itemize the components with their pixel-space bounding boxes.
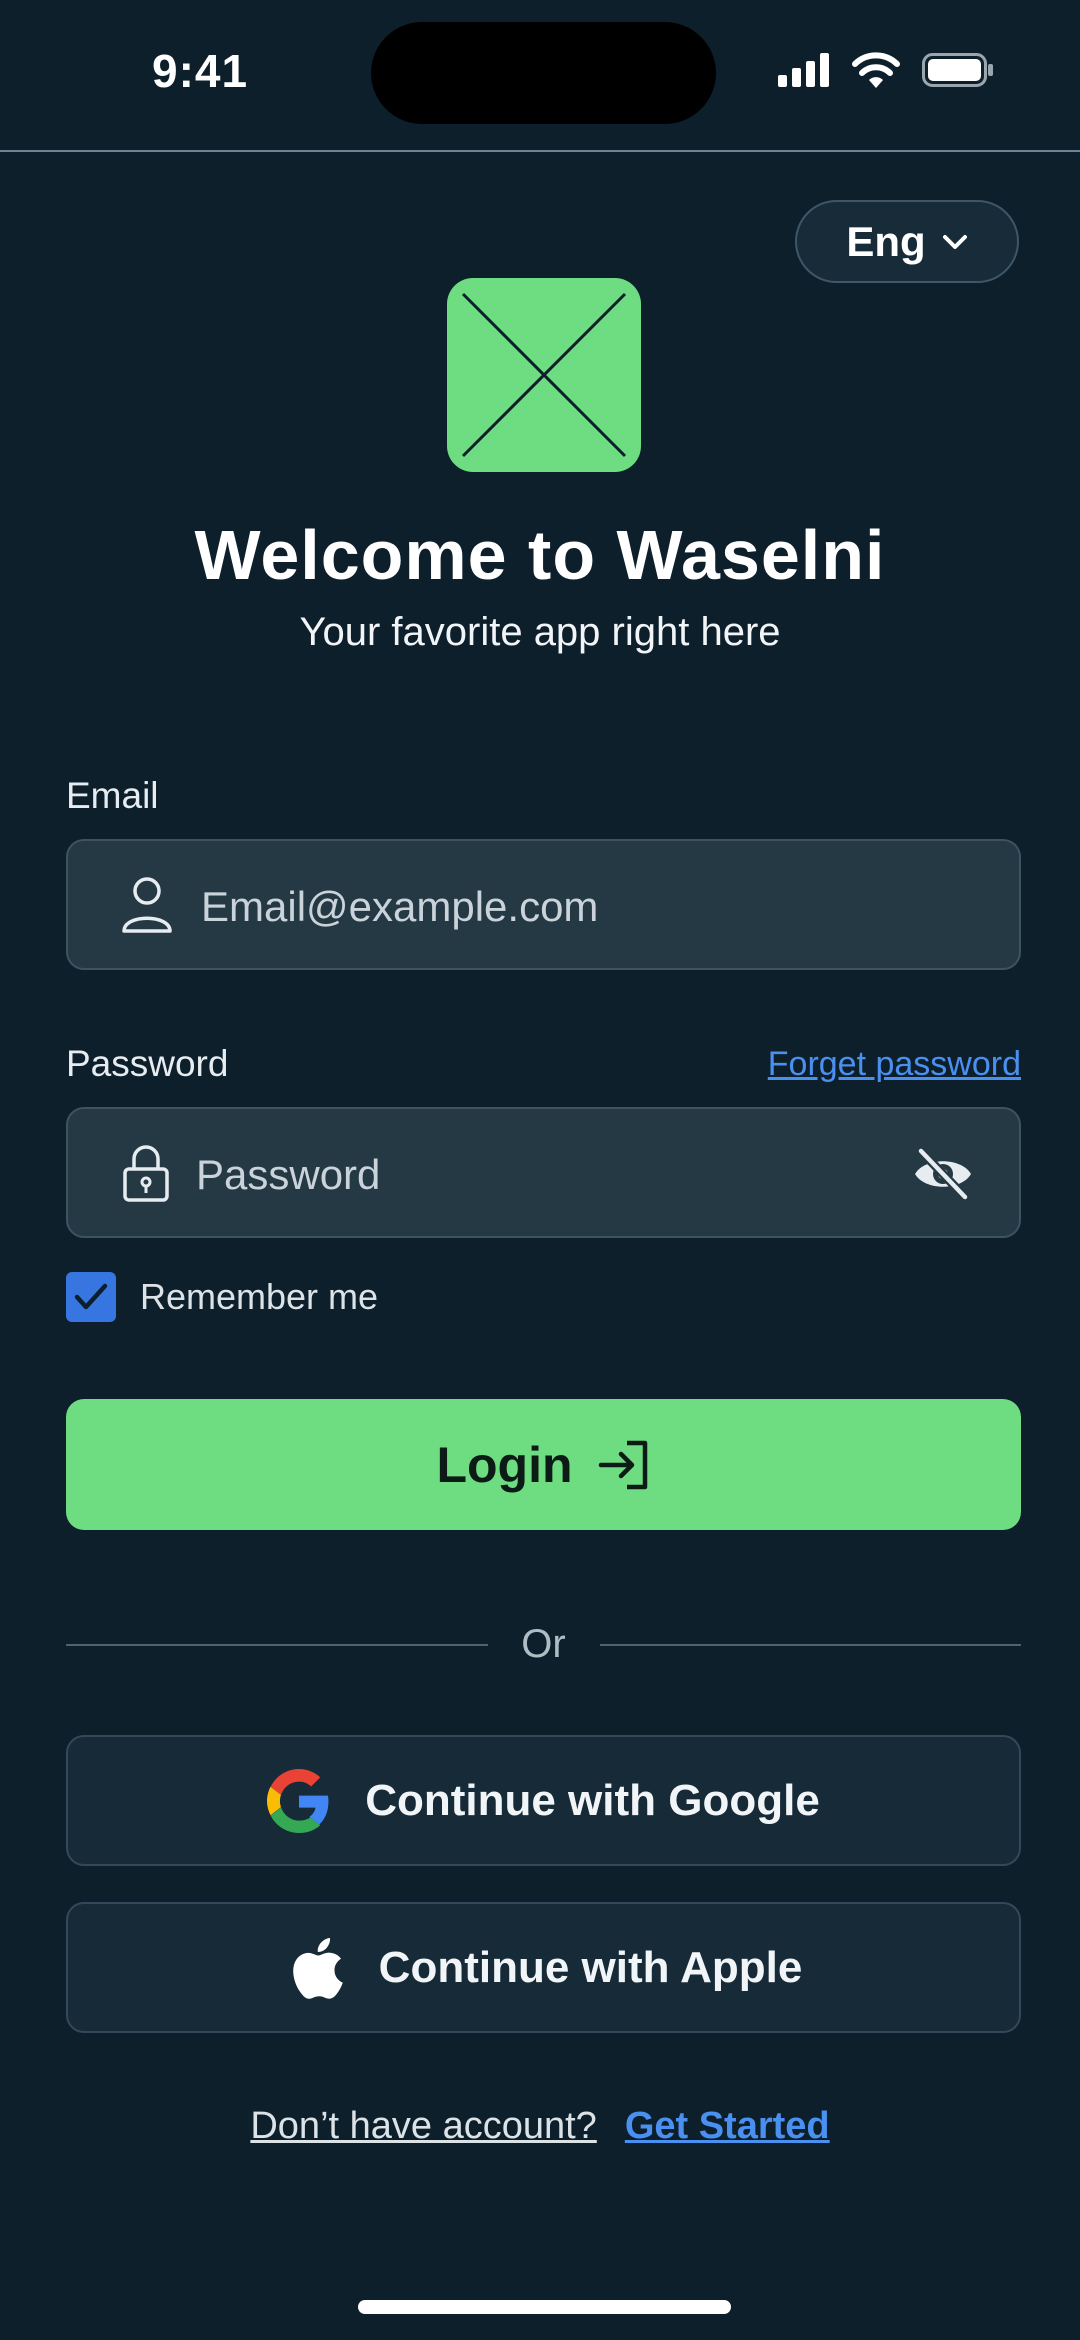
apple-label: Continue with Apple [378, 1942, 803, 1992]
status-bar: 9:41 [0, 0, 1080, 150]
remember-me-label: Remember me [140, 1276, 379, 1317]
remember-me-checkbox[interactable] [66, 1272, 116, 1322]
email-label: Email [66, 775, 159, 816]
divider-line-right [600, 1644, 1021, 1646]
login-arrow-icon [598, 1440, 647, 1489]
status-divider [0, 150, 1080, 152]
check-icon [74, 1283, 108, 1310]
status-time: 9:41 [152, 45, 249, 97]
continue-google-button[interactable]: Continue with Google [66, 1735, 1021, 1866]
battery-icon [922, 53, 993, 87]
dynamic-island [371, 22, 716, 124]
email-field[interactable]: Email@example.com [66, 839, 1021, 970]
google-icon [267, 1768, 329, 1833]
get-started-link[interactable]: Get Started [625, 2105, 830, 2148]
login-button[interactable]: Login [66, 1399, 1021, 1530]
or-divider: Or [66, 1614, 1021, 1674]
page-title: Welcome to Waselni [194, 516, 886, 594]
lock-icon [123, 1145, 169, 1202]
language-select[interactable]: Eng [795, 200, 1019, 283]
home-indicator[interactable] [358, 2300, 731, 2314]
remember-me-row[interactable]: Remember me [66, 1272, 378, 1322]
email-input[interactable]: Email@example.com [201, 841, 598, 972]
signup-row: Don’t have account? Get Started [0, 2105, 1080, 2148]
eye-off-icon[interactable] [911, 1147, 975, 1201]
login-label: Login [436, 1436, 573, 1493]
continue-apple-button[interactable]: Continue with Apple [66, 1902, 1021, 2033]
app-logo [447, 278, 641, 472]
page-subtitle: Your favorite app right here [299, 610, 781, 654]
forgot-password-link[interactable]: Forget password [768, 1045, 1021, 1084]
password-input[interactable]: Password [196, 1109, 380, 1240]
login-screen: 9:41 Eng Welcome to Waselni Your favorit… [0, 0, 1080, 2340]
wifi-icon [852, 52, 900, 88]
password-label: Password [66, 1043, 229, 1084]
user-icon [122, 877, 172, 933]
language-label: Eng [846, 217, 926, 265]
status-icons [778, 52, 994, 88]
signal-icon [778, 53, 829, 87]
password-field[interactable]: Password [66, 1107, 1021, 1238]
chevron-down-icon [942, 234, 967, 249]
google-label: Continue with Google [365, 1775, 820, 1825]
signup-prompt: Don’t have account? [250, 2105, 597, 2147]
apple-icon [292, 1937, 343, 1999]
